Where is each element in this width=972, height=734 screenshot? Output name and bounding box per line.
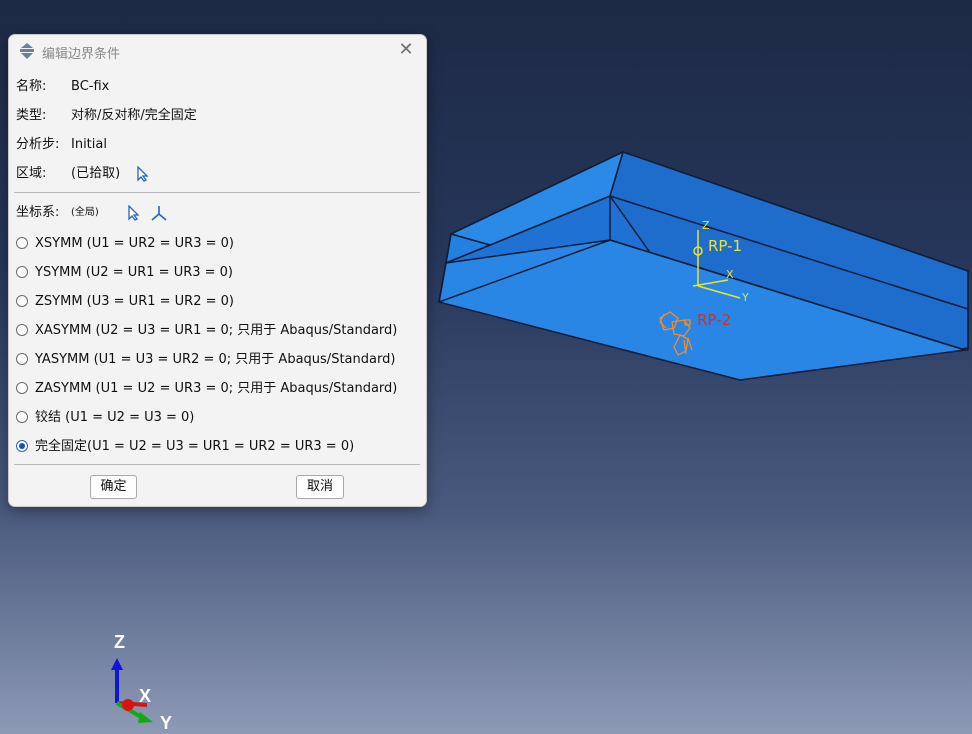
triad-y-label: Y — [160, 713, 173, 733]
bc-option-label: 铰结 (U1 = U2 = U3 = 0) — [35, 410, 195, 425]
name-value: BC-fix — [71, 79, 110, 94]
csys-row: 坐标系: (全局) — [16, 203, 216, 223]
bc-option-label: YASYMM (U1 = U3 = UR2 = 0; 只用于 Abaqus/St… — [35, 352, 396, 367]
rp1-label: RP-1 — [708, 237, 743, 255]
radio-selected[interactable] — [16, 440, 28, 452]
radio-unselected[interactable] — [16, 266, 28, 278]
triad-x-label: X — [139, 686, 152, 706]
close-button[interactable]: ✕ — [396, 40, 416, 60]
local-y-label: Y — [742, 291, 749, 304]
radio-unselected[interactable] — [16, 382, 28, 394]
dialog-titlebar[interactable]: 编辑边界条件 ✕ — [9, 35, 426, 67]
csys-label: 坐标系: — [16, 205, 60, 220]
radio-unselected[interactable] — [16, 353, 28, 365]
type-label: 类型: — [16, 108, 47, 123]
separator — [14, 464, 420, 465]
pick-region-icon[interactable] — [136, 166, 150, 182]
radio-unselected[interactable] — [16, 324, 28, 336]
separator — [14, 192, 420, 193]
triad-z-label: Z — [114, 632, 125, 652]
local-x-label: X — [726, 268, 734, 281]
name-label: 名称: — [16, 79, 47, 94]
step-label: 分析步: — [16, 137, 60, 152]
local-z-label: Z — [702, 219, 710, 232]
bc-option-label: ZSYMM (U3 = UR1 = UR2 = 0) — [35, 294, 234, 309]
region-value: (已拾取) — [71, 166, 121, 181]
close-icon: ✕ — [398, 39, 414, 60]
region-row: 区域: (已拾取) — [16, 164, 216, 184]
boundary-condition-icon — [20, 43, 34, 59]
step-value: Initial — [71, 137, 107, 152]
bc-option-label: ZASYMM (U1 = U2 = UR3 = 0; 只用于 Abaqus/St… — [35, 381, 398, 396]
cancel-button[interactable]: 取消 — [296, 475, 344, 499]
pick-csys-icon[interactable] — [127, 205, 141, 221]
ok-button[interactable]: 确定 — [90, 475, 137, 499]
radio-unselected[interactable] — [16, 237, 28, 249]
dialog-title: 编辑边界条件 — [42, 47, 121, 62]
create-csys-icon[interactable] — [150, 204, 168, 222]
rp2-label: RP-2 — [697, 311, 732, 329]
bc-option-label: 完全固定(U1 = U2 = U3 = UR1 = UR2 = UR3 = 0) — [35, 439, 355, 454]
region-label: 区域: — [16, 166, 47, 181]
csys-value: (全局) — [71, 207, 99, 218]
bc-option-label: XASYMM (U2 = U3 = UR1 = 0; 只用于 Abaqus/St… — [35, 323, 398, 338]
type-value: 对称/反对称/完全固定 — [71, 108, 197, 123]
radio-unselected[interactable] — [16, 411, 28, 423]
radio-unselected[interactable] — [16, 295, 28, 307]
bc-option-label: YSYMM (U2 = UR1 = UR3 = 0) — [35, 265, 234, 280]
edit-boundary-condition-dialog: 编辑边界条件 ✕ 名称: BC-fix 类型: 对称/反对称/完全固定 分析步:… — [8, 34, 427, 507]
bc-option-label: XSYMM (U1 = UR2 = UR3 = 0) — [35, 236, 234, 251]
